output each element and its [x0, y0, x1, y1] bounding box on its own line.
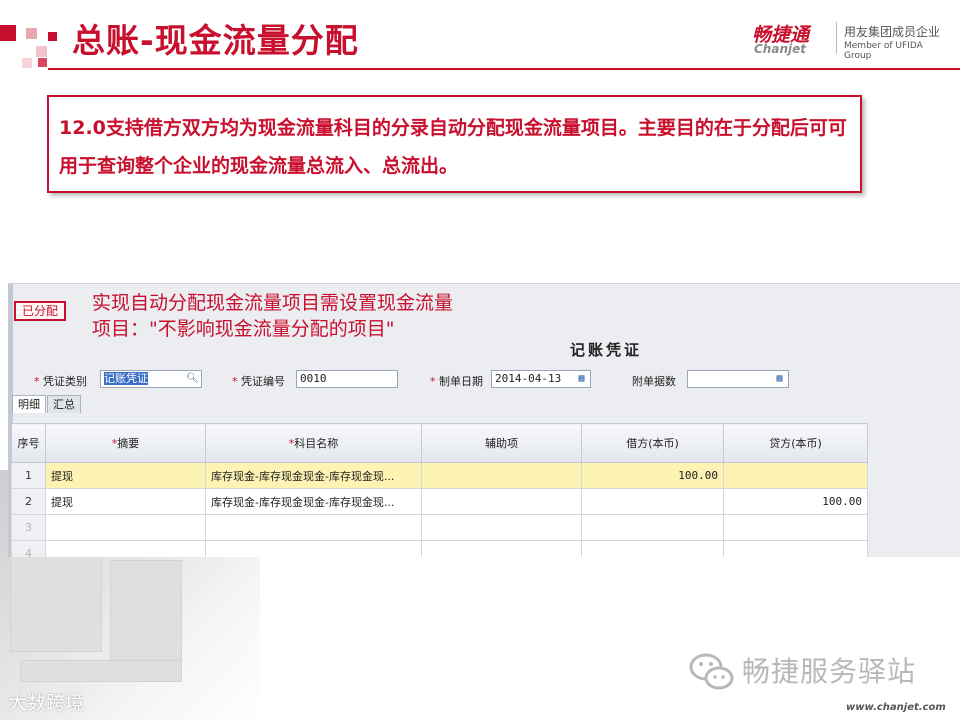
allocated-stamp: 已分配: [14, 301, 66, 321]
row-number: 3: [11, 514, 46, 541]
deco-square: [36, 46, 47, 57]
voucher-screenshot: 已分配 实现自动分配现金流量项目需设置现金流量 项目："不影响现金流量分配的项目…: [8, 283, 960, 557]
account-cell[interactable]: [205, 514, 422, 541]
wechat-icon: [689, 653, 734, 690]
tab-summary[interactable]: 汇总: [47, 395, 81, 413]
attachments-label: 附单据数: [632, 375, 676, 388]
website-url: www.chanjet.com: [846, 702, 946, 713]
logo-brand-en: Chanjet: [754, 42, 806, 56]
slide-title: 总账-现金流量分配: [72, 21, 359, 60]
table-row[interactable]: 4: [11, 540, 868, 557]
date-label: * 制单日期: [430, 375, 483, 388]
column-header-debit: 借方(本币): [581, 423, 724, 463]
column-header-account: *科目名称: [205, 423, 422, 463]
column-header-summary: *摘要: [45, 423, 206, 463]
aux-cell[interactable]: [421, 462, 582, 489]
column-header-aux: 辅助项: [421, 423, 582, 463]
summary-cell[interactable]: 提现: [45, 462, 206, 489]
account-cell[interactable]: 库存现金-库存现金现金-库存现金现...: [205, 462, 422, 489]
account-cell[interactable]: 库存现金-库存现金现金-库存现金现...: [205, 488, 422, 515]
voucher-entry-table: 序号 *摘要 *科目名称 辅助项 借方(本币) 贷方(本币) 1 提现 库存现金…: [11, 423, 868, 557]
table-row[interactable]: 2 提现 库存现金-库存现金现金-库存现金现... 100.00: [11, 488, 868, 515]
row-number: 2: [11, 488, 46, 515]
aux-cell[interactable]: [421, 488, 582, 515]
annotation-line-1: 实现自动分配现金流量项目需设置现金流量: [92, 292, 454, 314]
calendar-icon[interactable]: ▦: [773, 372, 786, 385]
header-divider: [48, 68, 960, 70]
row-number: 4: [11, 540, 46, 557]
debit-cell[interactable]: 100.00: [581, 462, 724, 489]
table-header-row: 序号 *摘要 *科目名称 辅助项 借方(本币) 贷方(本币): [11, 423, 868, 463]
logo-member-cn: 用友集团成员企业: [844, 25, 941, 39]
debit-cell[interactable]: [581, 488, 724, 515]
voucher-no-field[interactable]: 0010: [296, 370, 398, 388]
deco-square: [48, 32, 57, 41]
column-header-credit: 贷方(本币): [723, 423, 868, 463]
summary-cell[interactable]: [45, 540, 206, 557]
attachments-field[interactable]: ▦: [687, 370, 789, 388]
aux-cell[interactable]: [421, 514, 582, 541]
credit-cell[interactable]: 100.00: [723, 488, 868, 515]
row-number: 1: [11, 462, 46, 489]
credit-cell[interactable]: [723, 540, 868, 557]
account-cell[interactable]: [205, 540, 422, 557]
watermark-text: 大数跨境: [8, 692, 85, 714]
search-icon[interactable]: 🔍︎: [186, 372, 199, 385]
date-field[interactable]: 2014-04-13 ▦: [491, 370, 591, 388]
chanjet-logo: 畅捷通 Chanjet 用友集团成员企业 Member of UFIDA Gro…: [752, 20, 952, 61]
summary-cell[interactable]: [45, 514, 206, 541]
voucher-no-label: * 凭证编号: [232, 375, 285, 388]
credit-cell[interactable]: [723, 514, 868, 541]
building-shape: [110, 560, 182, 662]
voucher-type-value: 记账凭证: [104, 372, 148, 385]
voucher-no-value: 0010: [300, 372, 327, 385]
deco-square: [26, 28, 37, 39]
voucher-type-label: * 凭证类别: [34, 375, 87, 388]
credit-cell[interactable]: [723, 462, 868, 489]
calendar-icon[interactable]: ▦: [575, 372, 588, 385]
annotation-text: 实现自动分配现金流量项目需设置现金流量 项目："不影响现金流量分配的项目": [92, 290, 453, 342]
table-row[interactable]: 3: [11, 514, 868, 541]
deco-square: [38, 58, 47, 67]
date-value: 2014-04-13: [495, 372, 562, 385]
annotation-line-2: 项目："不影响现金流量分配的项目": [92, 318, 395, 340]
aux-cell[interactable]: [421, 540, 582, 557]
callout-text: 12.0支持借方双方均为现金流量科目的分录自动分配现金流量项目。主要目的在于分配…: [59, 117, 847, 177]
logo-member-en: Member of UFIDA Group: [844, 41, 923, 61]
voucher-type-field[interactable]: 记账凭证 🔍︎: [100, 370, 202, 388]
logo-divider: [836, 22, 837, 54]
column-header-no: 序号: [11, 423, 46, 463]
wechat-account-name: 畅捷服务驿站: [742, 655, 917, 688]
deco-square: [0, 25, 16, 41]
debit-cell[interactable]: [581, 540, 724, 557]
debit-cell[interactable]: [581, 514, 724, 541]
summary-cell[interactable]: 提现: [45, 488, 206, 515]
callout-box: 12.0支持借方双方均为现金流量科目的分录自动分配现金流量项目。主要目的在于分配…: [47, 95, 862, 193]
tab-detail[interactable]: 明细: [12, 395, 46, 413]
building-shape: [20, 660, 182, 682]
deco-square: [22, 58, 32, 68]
voucher-title: 记账凭证: [570, 341, 643, 359]
table-row[interactable]: 1 提现 库存现金-库存现金现金-库存现金现... 100.00: [11, 462, 868, 489]
